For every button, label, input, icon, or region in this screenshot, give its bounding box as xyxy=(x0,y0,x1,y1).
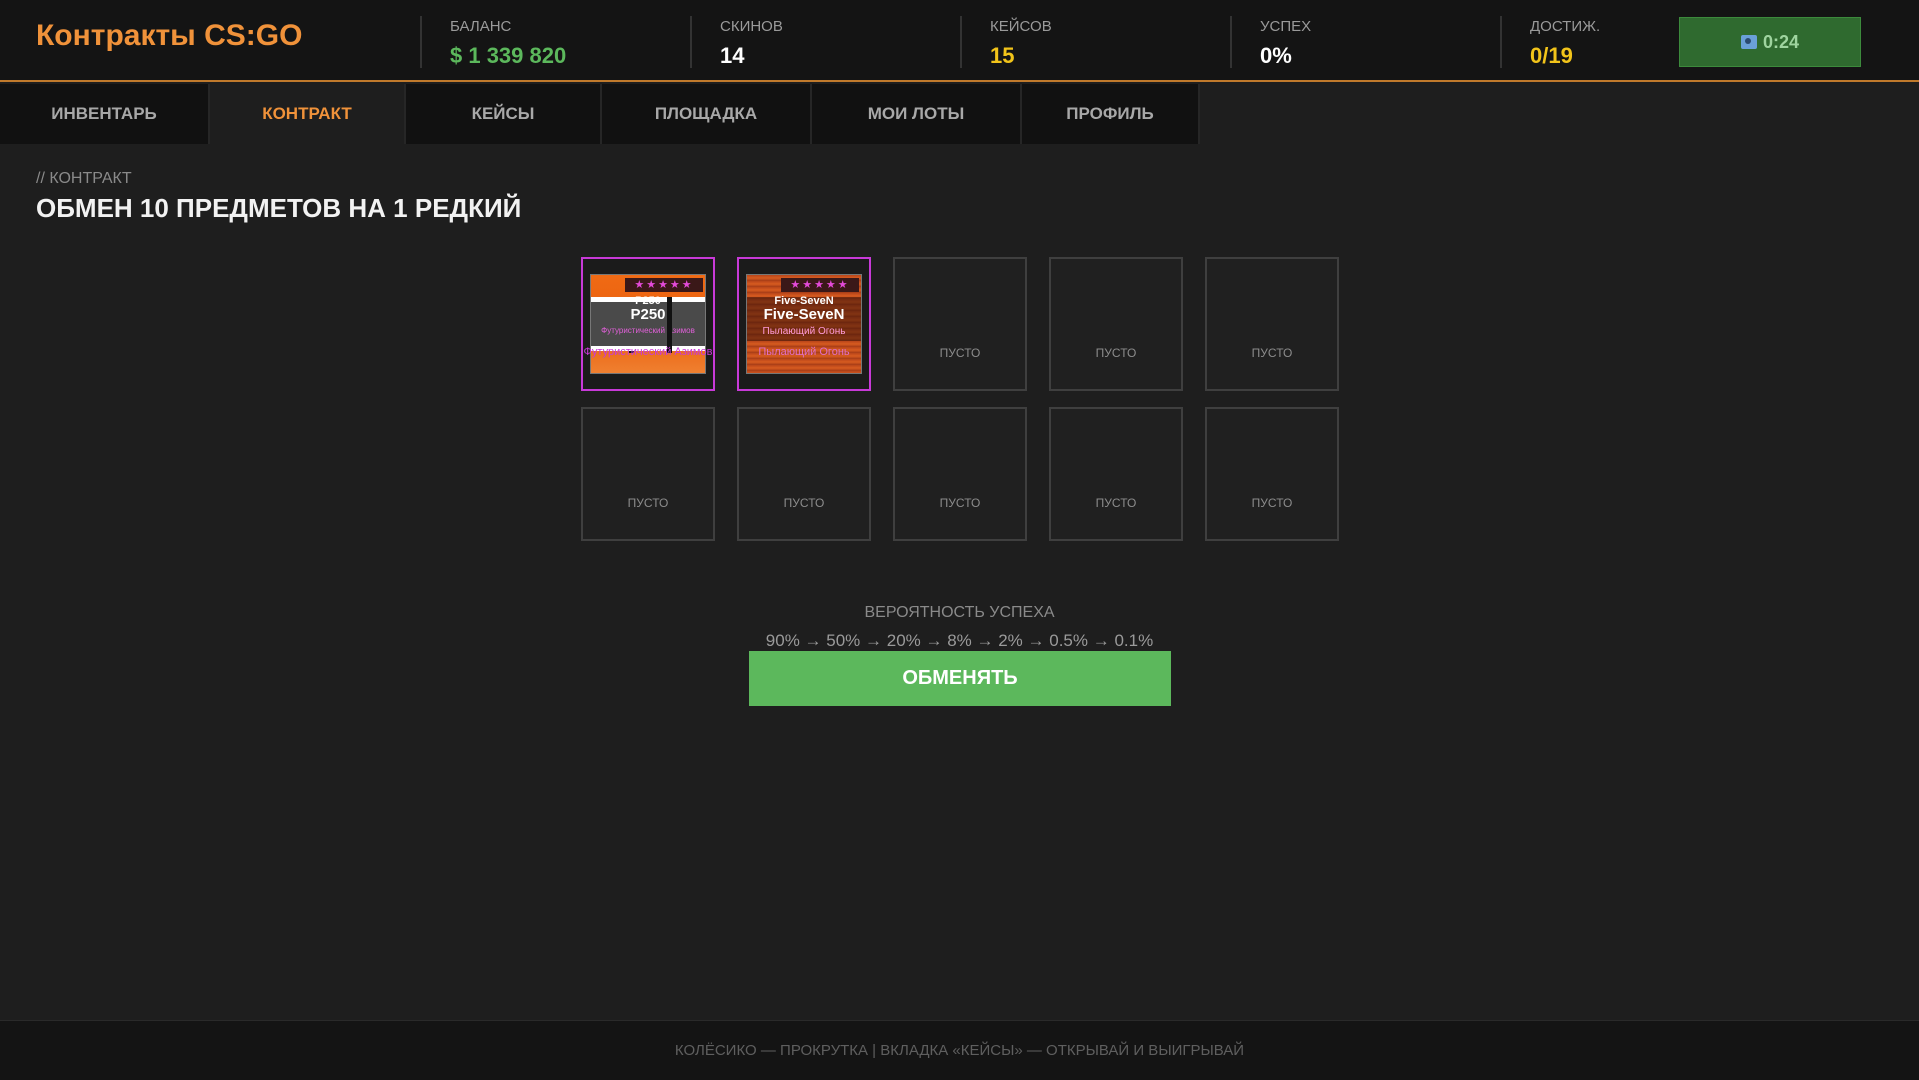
tab-cases[interactable]: КЕЙСЫ xyxy=(406,84,602,144)
stat-label: СКИНОВ xyxy=(720,18,783,35)
contract-slot-8[interactable]: ПУСТО xyxy=(893,407,1027,541)
empty-slot-label: ПУСТО xyxy=(1251,346,1293,360)
empty-slot-label: ПУСТО xyxy=(939,496,981,510)
stat-value: 0/19 xyxy=(1530,43,1573,68)
empty-slot-label: ПУСТО xyxy=(1095,346,1137,360)
stat-value: 14 xyxy=(720,43,745,68)
tab-market[interactable]: ПЛОЩАДКА xyxy=(602,84,812,144)
exchange-button[interactable]: ОБМЕНЯТЬ xyxy=(749,651,1171,706)
stat-label: УСПЕХ xyxy=(1260,18,1312,35)
stat-value: $ 1 339 820 xyxy=(450,43,567,68)
rarity-stars: ★★★★★ xyxy=(625,278,703,292)
stat-skins: СКИНОВ 14 xyxy=(690,16,783,68)
contract-slot-1[interactable]: ★★★★★ P250 P250 Футуристический Азимов Ф… xyxy=(581,257,715,391)
tab-inventory[interactable]: ИНВЕНТАРЬ xyxy=(0,84,210,144)
rarity-stars: ★★★★★ xyxy=(781,278,859,292)
contract-slot-10[interactable]: ПУСТО xyxy=(1205,407,1339,541)
skin-card-five-seven: ★★★★★ Five-SeveN Five-SeveN Пылающий Ого… xyxy=(746,274,862,374)
camera-icon xyxy=(1740,35,1757,49)
skin-footer-label: Пылающий Огонь xyxy=(758,346,850,358)
stat-label: КЕЙСОВ xyxy=(990,18,1052,35)
empty-slot-label: ПУСТО xyxy=(1095,496,1137,510)
stat-label: ДОСТИЖ. xyxy=(1530,18,1601,35)
top-header: Контракты CS:GO БАЛАНС $ 1 339 820 СКИНО… xyxy=(0,0,1919,82)
tab-my-lots[interactable]: МОИ ЛОТЫ xyxy=(812,84,1022,144)
main-tabs: ИНВЕНТАРЬ КОНТРАКТ КЕЙСЫ ПЛОЩАДКА МОИ ЛО… xyxy=(0,84,1200,144)
stat-success: УСПЕХ 0% xyxy=(1230,16,1311,68)
tab-profile[interactable]: ПРОФИЛЬ xyxy=(1022,84,1200,144)
contract-slot-4[interactable]: ПУСТО xyxy=(1049,257,1183,391)
stat-achievements: ДОСТИЖ. 0/19 xyxy=(1500,16,1600,68)
page-title: ОБМЕН 10 ПРЕДМЕТОВ НА 1 РЕДКИЙ xyxy=(36,193,522,223)
contract-slot-3[interactable]: ПУСТО xyxy=(893,257,1027,391)
skin-name: Футуристический Азимов xyxy=(601,326,695,335)
stat-balance: БАЛАНС $ 1 339 820 xyxy=(420,16,566,68)
skin-card-p250: ★★★★★ P250 P250 Футуристический Азимов xyxy=(590,274,706,374)
tab-contract[interactable]: КОНТРАКТ xyxy=(210,84,406,144)
weapon-name: Five-SeveN xyxy=(763,306,845,323)
weapon-name: P250 xyxy=(630,306,666,323)
stat-value: 0% xyxy=(1260,43,1292,68)
footer-hint: КОЛЁСИКО — ПРОКРУТКА | ВКЛАДКА «КЕЙСЫ» —… xyxy=(674,1042,1245,1059)
app-title: Контракты CS:GO xyxy=(36,19,303,52)
stat-cases: КЕЙСОВ 15 xyxy=(960,16,1052,68)
breadcrumb: // КОНТРАКТ xyxy=(36,170,132,187)
contract-slot-6[interactable]: ПУСТО xyxy=(581,407,715,541)
probability-label: ВЕРОЯТНОСТЬ УСПЕХА xyxy=(864,604,1055,621)
empty-slot-label: ПУСТО xyxy=(783,496,825,510)
contract-slot-2[interactable]: ★★★★★ Five-SeveN Five-SeveN Пылающий Ого… xyxy=(737,257,871,391)
skin-footer-label: Футуристический Азимов xyxy=(583,346,713,358)
empty-slot-label: ПУСТО xyxy=(1251,496,1293,510)
contract-slot-9[interactable]: ПУСТО xyxy=(1049,407,1183,541)
probability-chain: 90% → 50% → 20% → 8% → 2% → 0.5% → 0.1% xyxy=(765,631,1154,650)
timer-value: 0:24 xyxy=(1762,31,1800,52)
empty-slot-label: ПУСТО xyxy=(939,346,981,360)
contract-slot-7[interactable]: ПУСТО xyxy=(737,407,871,541)
timer-button[interactable]: 0:24 xyxy=(1679,17,1861,67)
skin-name: Пылающий Огонь xyxy=(762,326,846,337)
stat-value: 15 xyxy=(990,43,1015,68)
contract-slot-5[interactable]: ПУСТО xyxy=(1205,257,1339,391)
footer-hint-bar: КОЛЁСИКО — ПРОКРУТКА | ВКЛАДКА «КЕЙСЫ» —… xyxy=(0,1020,1919,1080)
empty-slot-label: ПУСТО xyxy=(627,496,669,510)
stat-label: БАЛАНС xyxy=(450,18,512,35)
